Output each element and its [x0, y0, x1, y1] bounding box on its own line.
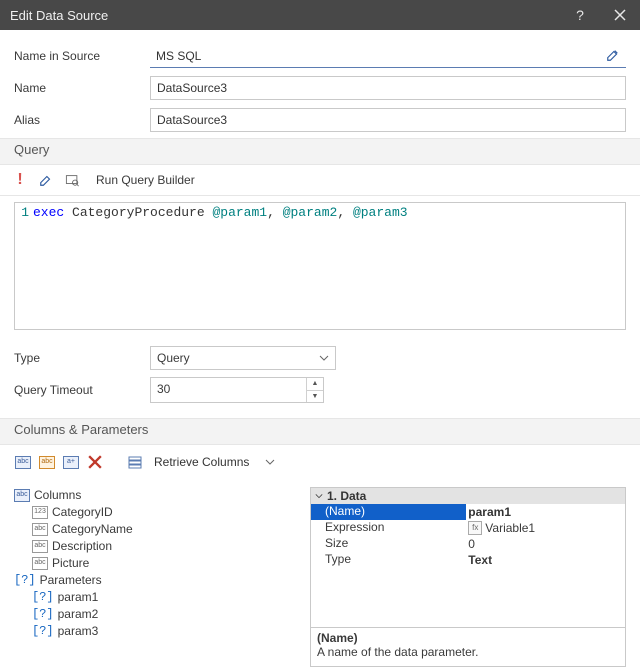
- type-label: Type: [14, 351, 150, 365]
- name-field[interactable]: [150, 76, 626, 100]
- window-title: Edit Data Source: [10, 8, 560, 23]
- query-editor[interactable]: 1 exec CategoryProcedure @param1, @param…: [14, 202, 626, 330]
- tree-col-picture[interactable]: Picture: [52, 555, 89, 572]
- tree-columns[interactable]: Columns: [34, 487, 81, 504]
- name-in-source-field[interactable]: [150, 45, 626, 68]
- delete-icon[interactable]: [86, 453, 104, 471]
- columns-parameters-tree[interactable]: abc Columns 123 CategoryID abc CategoryName…: [14, 487, 304, 667]
- tree-param2[interactable]: param2: [58, 606, 99, 623]
- help-button[interactable]: ?: [560, 7, 600, 23]
- retrieve-columns-icon[interactable]: [126, 453, 144, 471]
- name-input[interactable]: [155, 80, 621, 96]
- tree-param3[interactable]: param3: [58, 623, 99, 640]
- add-param-icon[interactable]: a+: [62, 453, 80, 471]
- prop-row-expression[interactable]: Expression fxVariable1: [311, 520, 625, 536]
- view-query-icon[interactable]: [64, 172, 80, 188]
- query-section-header: Query: [0, 138, 640, 165]
- alias-input[interactable]: [155, 112, 621, 128]
- fx-icon[interactable]: fx: [468, 521, 482, 535]
- table-icon: abc: [14, 489, 30, 502]
- column-icon: abc: [32, 540, 48, 553]
- param-icon: [?]: [32, 589, 54, 606]
- stepper-up[interactable]: ▲: [307, 378, 323, 391]
- type-select[interactable]: Query: [150, 346, 336, 370]
- tree-param1[interactable]: param1: [58, 589, 99, 606]
- name-in-source-input[interactable]: [154, 48, 602, 64]
- tree-col-description[interactable]: Description: [52, 538, 112, 555]
- chevron-down-icon: [315, 492, 323, 500]
- timeout-stepper[interactable]: 30 ▲ ▼: [150, 377, 324, 403]
- column-icon: abc: [32, 557, 48, 570]
- property-category[interactable]: 1. Data: [311, 488, 625, 504]
- window-titlebar: Edit Data Source ?: [0, 0, 640, 30]
- name-in-source-label: Name in Source: [14, 49, 150, 63]
- add-calc-column-icon[interactable]: abc: [38, 453, 56, 471]
- timeout-value[interactable]: 30: [151, 378, 306, 402]
- edit-query-icon[interactable]: [38, 172, 54, 188]
- columns-parameters-header: Columns & Parameters: [0, 418, 640, 445]
- query-code[interactable]: exec CategoryProcedure @param1, @param2,…: [33, 203, 408, 329]
- type-value: Query: [157, 351, 319, 365]
- name-label: Name: [14, 81, 150, 95]
- prop-row-size[interactable]: Size 0: [311, 536, 625, 552]
- param-group-icon: [?]: [14, 572, 36, 589]
- alias-field[interactable]: [150, 108, 626, 132]
- tree-parameters[interactable]: Parameters: [40, 572, 102, 589]
- stepper-down[interactable]: ▼: [307, 391, 323, 403]
- close-button[interactable]: [600, 9, 640, 21]
- param-icon: [?]: [32, 606, 54, 623]
- tree-col-categoryname[interactable]: CategoryName: [52, 521, 133, 538]
- timeout-label: Query Timeout: [14, 383, 150, 397]
- property-description: (Name) A name of the data parameter.: [311, 627, 625, 666]
- line-number: 1: [15, 203, 33, 329]
- param-icon: [?]: [32, 623, 54, 640]
- tree-col-categoryid[interactable]: CategoryID: [52, 504, 113, 521]
- edit-icon[interactable]: [606, 48, 622, 64]
- prop-row-type[interactable]: Type Text: [311, 552, 625, 568]
- prop-row-name[interactable]: (Name) param1: [311, 504, 625, 520]
- run-query-builder-link[interactable]: Run Query Builder: [96, 173, 195, 187]
- retrieve-columns-button[interactable]: Retrieve Columns: [154, 455, 249, 469]
- chevron-down-icon[interactable]: [265, 459, 275, 465]
- alias-label: Alias: [14, 113, 150, 127]
- property-grid[interactable]: 1. Data (Name) param1 Expression fxVaria…: [310, 487, 626, 667]
- column-icon: 123: [32, 506, 48, 519]
- add-column-icon[interactable]: abc: [14, 453, 32, 471]
- column-icon: abc: [32, 523, 48, 536]
- chevron-down-icon: [319, 355, 329, 361]
- warning-icon[interactable]: !: [12, 172, 28, 188]
